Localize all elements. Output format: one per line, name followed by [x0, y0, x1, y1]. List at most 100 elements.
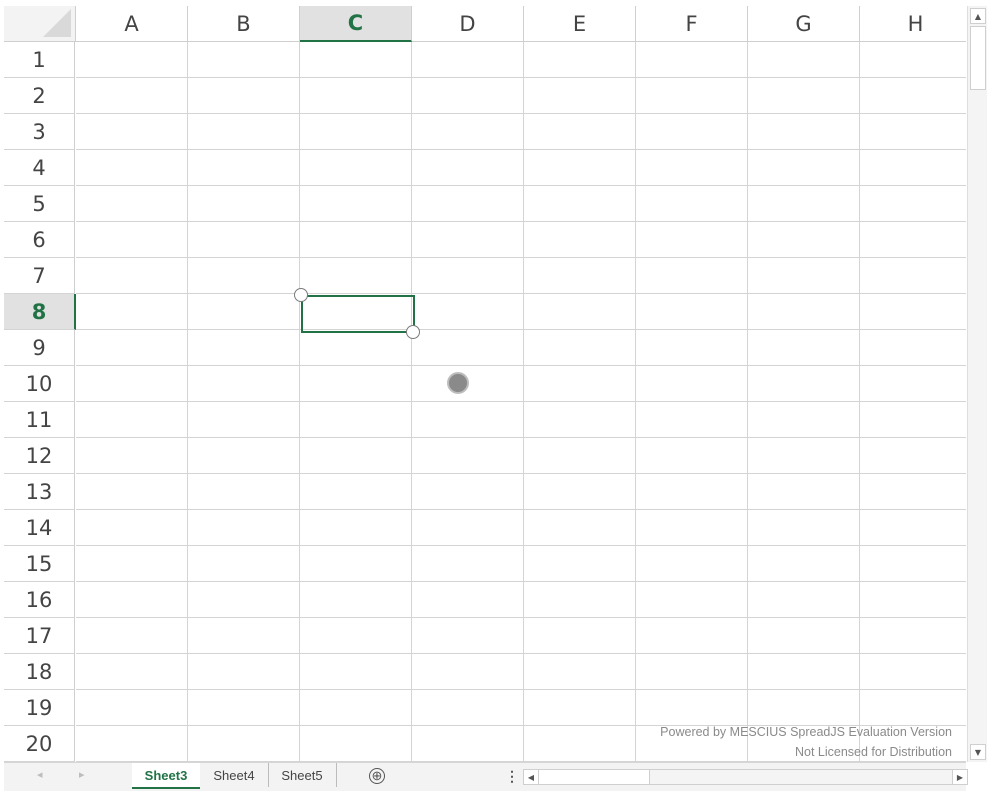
- cell-b19[interactable]: [188, 690, 300, 726]
- tab-sheet5[interactable]: Sheet5: [268, 763, 337, 787]
- cell-e16[interactable]: [524, 582, 636, 618]
- cell-d11[interactable]: [412, 402, 524, 438]
- cell-f8[interactable]: [636, 294, 748, 330]
- cell-c13[interactable]: [300, 474, 412, 510]
- cell-a17[interactable]: [76, 618, 188, 654]
- cell-g17[interactable]: [748, 618, 860, 654]
- cell-e8[interactable]: [524, 294, 636, 330]
- cell-f2[interactable]: [636, 78, 748, 114]
- cell-b16[interactable]: [188, 582, 300, 618]
- cell-e18[interactable]: [524, 654, 636, 690]
- cell-d1[interactable]: [412, 42, 524, 78]
- cell-c10[interactable]: [300, 366, 412, 402]
- row-header-17[interactable]: 17: [4, 618, 75, 654]
- scroll-up-icon[interactable]: ▲: [970, 8, 986, 24]
- cell-h6[interactable]: [860, 222, 966, 258]
- cell-h3[interactable]: [860, 114, 966, 150]
- cell-b3[interactable]: [188, 114, 300, 150]
- cell-d14[interactable]: [412, 510, 524, 546]
- cell-a18[interactable]: [76, 654, 188, 690]
- cell-f5[interactable]: [636, 186, 748, 222]
- cell-c2[interactable]: [300, 78, 412, 114]
- cell-g11[interactable]: [748, 402, 860, 438]
- cell-g6[interactable]: [748, 222, 860, 258]
- cell-h15[interactable]: [860, 546, 966, 582]
- cell-a15[interactable]: [76, 546, 188, 582]
- cell-c6[interactable]: [300, 222, 412, 258]
- cell-a1[interactable]: [76, 42, 188, 78]
- cell-e17[interactable]: [524, 618, 636, 654]
- cell-g3[interactable]: [748, 114, 860, 150]
- cell-a8[interactable]: [76, 294, 188, 330]
- cell-d12[interactable]: [412, 438, 524, 474]
- cell-e1[interactable]: [524, 42, 636, 78]
- cell-g16[interactable]: [748, 582, 860, 618]
- cell-a11[interactable]: [76, 402, 188, 438]
- cell-e13[interactable]: [524, 474, 636, 510]
- cell-a14[interactable]: [76, 510, 188, 546]
- cell-a6[interactable]: [76, 222, 188, 258]
- cell-d7[interactable]: [412, 258, 524, 294]
- cell-c5[interactable]: [300, 186, 412, 222]
- cell-f1[interactable]: [636, 42, 748, 78]
- cell-g13[interactable]: [748, 474, 860, 510]
- cell-h1[interactable]: [860, 42, 966, 78]
- row-header-6[interactable]: 6: [4, 222, 75, 258]
- cell-g4[interactable]: [748, 150, 860, 186]
- cell-h14[interactable]: [860, 510, 966, 546]
- cell-g5[interactable]: [748, 186, 860, 222]
- cell-e19[interactable]: [524, 690, 636, 726]
- tab-sheet4[interactable]: Sheet4: [200, 763, 269, 787]
- cell-e11[interactable]: [524, 402, 636, 438]
- cell-g12[interactable]: [748, 438, 860, 474]
- column-header-b[interactable]: B: [188, 6, 300, 42]
- cell-c17[interactable]: [300, 618, 412, 654]
- cell-d6[interactable]: [412, 222, 524, 258]
- cell-b18[interactable]: [188, 654, 300, 690]
- cell-b2[interactable]: [188, 78, 300, 114]
- cell-e20[interactable]: [524, 726, 636, 762]
- cell-e4[interactable]: [524, 150, 636, 186]
- cell-c14[interactable]: [300, 510, 412, 546]
- row-header-14[interactable]: 14: [4, 510, 75, 546]
- cell-d15[interactable]: [412, 546, 524, 582]
- row-header-10[interactable]: 10: [4, 366, 75, 402]
- cell-c18[interactable]: [300, 654, 412, 690]
- cell-d4[interactable]: [412, 150, 524, 186]
- cell-d16[interactable]: [412, 582, 524, 618]
- active-cell-selection[interactable]: [301, 295, 415, 333]
- cell-f16[interactable]: [636, 582, 748, 618]
- cell-a7[interactable]: [76, 258, 188, 294]
- tab-nav-prev-icon[interactable]: ◂: [37, 768, 43, 781]
- cell-d9[interactable]: [412, 330, 524, 366]
- cell-e10[interactable]: [524, 366, 636, 402]
- cell-b9[interactable]: [188, 330, 300, 366]
- row-header-19[interactable]: 19: [4, 690, 75, 726]
- cell-f4[interactable]: [636, 150, 748, 186]
- horizontal-scrollbar[interactable]: ◀ ▶: [523, 769, 968, 785]
- cell-f7[interactable]: [636, 258, 748, 294]
- cell-e5[interactable]: [524, 186, 636, 222]
- cell-a2[interactable]: [76, 78, 188, 114]
- cell-d17[interactable]: [412, 618, 524, 654]
- cell-c9[interactable]: [300, 330, 412, 366]
- cell-f18[interactable]: [636, 654, 748, 690]
- row-header-12[interactable]: 12: [4, 438, 75, 474]
- cell-c3[interactable]: [300, 114, 412, 150]
- cell-g19[interactable]: [748, 690, 860, 726]
- cell-b1[interactable]: [188, 42, 300, 78]
- more-options-icon[interactable]: ⋮: [505, 768, 519, 785]
- cell-h5[interactable]: [860, 186, 966, 222]
- row-header-13[interactable]: 13: [4, 474, 75, 510]
- cell-c20[interactable]: [300, 726, 412, 762]
- cell-e7[interactable]: [524, 258, 636, 294]
- cell-h18[interactable]: [860, 654, 966, 690]
- row-header-15[interactable]: 15: [4, 546, 75, 582]
- cell-e15[interactable]: [524, 546, 636, 582]
- tab-sheet3[interactable]: Sheet3: [132, 763, 200, 789]
- row-header-20[interactable]: 20: [4, 726, 75, 762]
- column-header-h[interactable]: H: [860, 6, 966, 42]
- row-header-4[interactable]: 4: [4, 150, 75, 186]
- cell-h9[interactable]: [860, 330, 966, 366]
- cell-e6[interactable]: [524, 222, 636, 258]
